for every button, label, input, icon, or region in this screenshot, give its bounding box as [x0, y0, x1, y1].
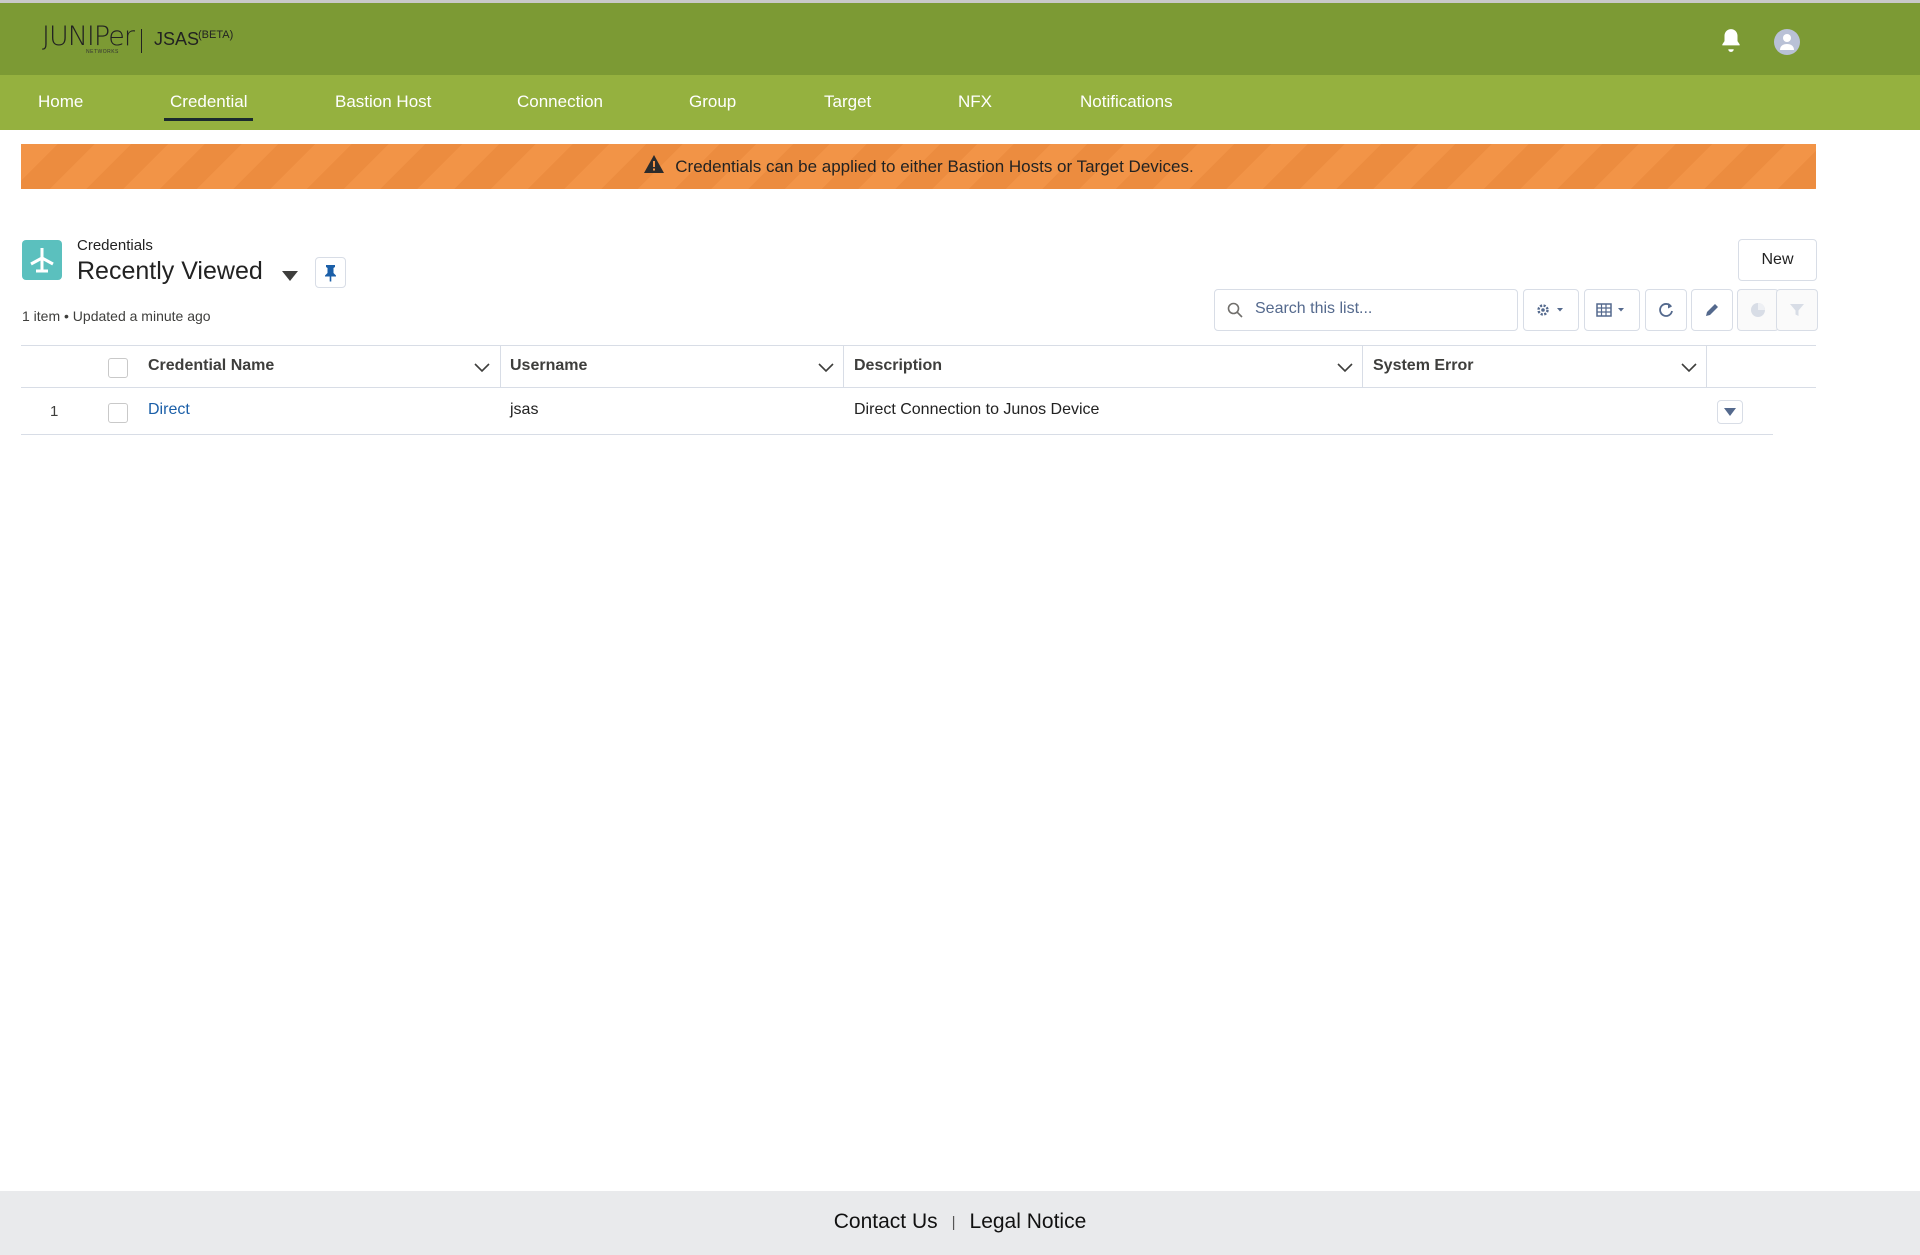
list-meta-info: 1 item • Updated a minute ago: [22, 308, 211, 324]
app-navigation: Home Credential Bastion Host Connection …: [0, 75, 1920, 130]
column-header-description[interactable]: Description: [854, 357, 942, 375]
column-header-credential-name[interactable]: Credential Name: [148, 357, 274, 375]
table-header-border: [21, 387, 1816, 388]
nav-item-group[interactable]: Group: [689, 92, 736, 112]
juniper-logo[interactable]: JUNIPer: [42, 21, 135, 52]
row-select-checkbox[interactable]: [108, 403, 128, 423]
pin-list-button[interactable]: [315, 257, 346, 288]
filter-icon: [1790, 304, 1804, 316]
column-divider[interactable]: [1362, 345, 1363, 387]
filter-button[interactable]: [1776, 289, 1818, 331]
nav-item-notifications[interactable]: Notifications: [1080, 92, 1173, 112]
pencil-icon: [1706, 304, 1718, 316]
username-cell: jsas: [510, 401, 539, 418]
nav-item-connection[interactable]: Connection: [517, 92, 603, 112]
new-button[interactable]: New: [1738, 239, 1817, 281]
charts-button[interactable]: [1737, 289, 1779, 331]
display-as-button[interactable]: [1584, 289, 1640, 331]
edit-columns-button[interactable]: [1691, 289, 1733, 331]
page-footer: Contact Us | Legal Notice: [0, 1191, 1920, 1255]
search-icon: [1227, 302, 1243, 318]
object-type-label: Credentials: [77, 237, 153, 254]
pie-chart-icon: [1751, 303, 1765, 317]
description-cell: Direct Connection to Junos Device: [854, 401, 1100, 418]
user-avatar-icon[interactable]: [1774, 29, 1800, 55]
column-header-system-error[interactable]: System Error: [1373, 357, 1474, 375]
contact-us-link[interactable]: Contact Us: [834, 1210, 938, 1233]
gear-icon: [1537, 304, 1563, 316]
nav-item-nfx[interactable]: NFX: [958, 92, 992, 112]
chevron-down-icon: [1724, 408, 1736, 416]
refresh-icon: [1659, 303, 1673, 317]
global-header: JUNIPer NETWORKS JSAS (BETA): [0, 3, 1920, 75]
legal-notice-link[interactable]: Legal Notice: [970, 1210, 1087, 1233]
logo-divider: [141, 29, 142, 53]
column-divider[interactable]: [843, 345, 844, 387]
info-banner: Credentials can be applied to either Bas…: [21, 144, 1816, 189]
app-name: JSAS: [154, 29, 200, 49]
warning-icon: [643, 154, 665, 179]
select-all-checkbox[interactable]: [108, 358, 128, 378]
column-sort-chevron-icon[interactable]: [474, 360, 490, 378]
row-divider: [21, 434, 1773, 435]
table-view-icon: [1596, 303, 1624, 317]
row-actions-button[interactable]: [1717, 400, 1743, 424]
table-top-border: [21, 345, 1816, 346]
refresh-button[interactable]: [1645, 289, 1687, 331]
banner-message: Credentials can be applied to either Bas…: [675, 156, 1194, 176]
column-sort-chevron-icon[interactable]: [818, 360, 834, 378]
pin-icon: [325, 265, 336, 282]
column-sort-chevron-icon[interactable]: [1681, 360, 1697, 378]
list-settings-button[interactable]: [1523, 289, 1579, 331]
nav-item-target[interactable]: Target: [824, 92, 871, 112]
notifications-bell-icon[interactable]: [1718, 27, 1744, 53]
search-box[interactable]: [1214, 289, 1518, 331]
list-view-dropdown-icon[interactable]: [282, 268, 298, 286]
row-number: 1: [50, 403, 59, 420]
column-divider[interactable]: [1706, 345, 1707, 387]
column-sort-chevron-icon[interactable]: [1337, 360, 1353, 378]
search-input[interactable]: [1255, 290, 1505, 328]
footer-separator: |: [951, 1213, 956, 1231]
column-divider[interactable]: [500, 345, 501, 387]
credential-object-icon: [22, 240, 62, 280]
column-header-username[interactable]: Username: [510, 357, 587, 375]
nav-item-bastion-host[interactable]: Bastion Host: [335, 92, 431, 112]
app-beta-badge: (BETA): [198, 29, 234, 41]
credential-name-link[interactable]: Direct: [148, 401, 190, 419]
nav-item-credential[interactable]: Credential: [170, 92, 248, 112]
juniper-logo-subtext: NETWORKS: [86, 49, 119, 55]
list-view-title[interactable]: Recently Viewed: [77, 257, 263, 286]
active-nav-indicator: [164, 118, 253, 121]
nav-item-home[interactable]: Home: [38, 92, 83, 112]
